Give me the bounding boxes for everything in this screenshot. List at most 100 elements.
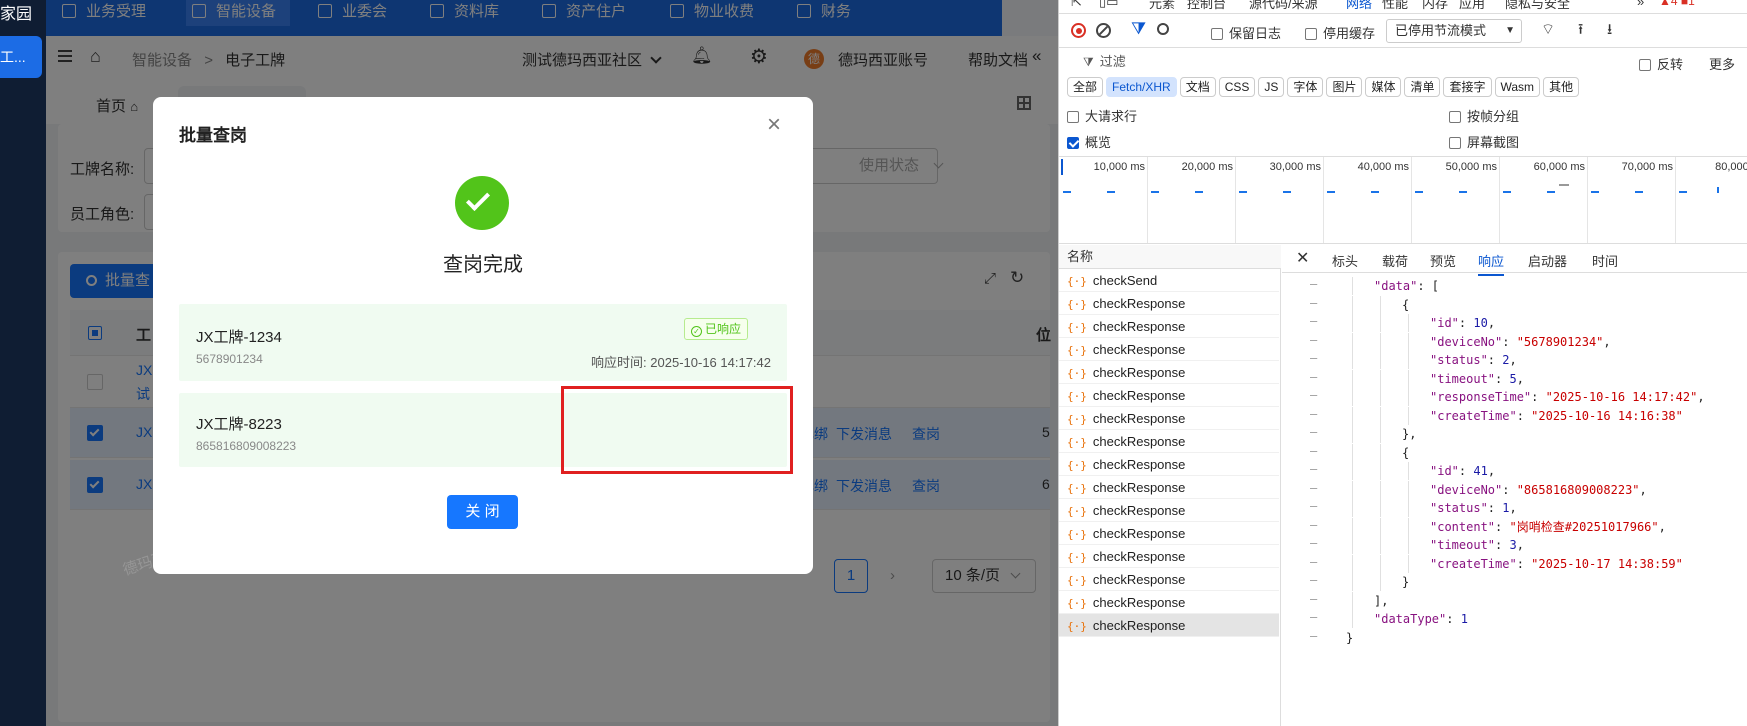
issues-badge[interactable]: ▲4 ■1: [1659, 0, 1695, 8]
request-row[interactable]: {·} checkResponse: [1059, 384, 1279, 407]
filter-icon[interactable]: ⧩: [1131, 19, 1146, 39]
check-circle-icon: ✓: [691, 326, 702, 337]
device-toggle-icon[interactable]: ▯▭: [1099, 0, 1118, 10]
upload-icon[interactable]: ⭱: [1578, 19, 1583, 44]
download-icon[interactable]: ⭳: [1607, 19, 1612, 44]
overview-checkbox[interactable]: 概览: [1067, 132, 1111, 151]
indent-guide: [1352, 314, 1353, 332]
request-row[interactable]: {·} checkResponse: [1059, 499, 1279, 522]
indent-guide: [1352, 406, 1353, 425]
more-filters-button[interactable]: 更多: [1709, 54, 1735, 73]
json-line: {: [1402, 297, 1410, 312]
request-row[interactable]: {·} checkResponse: [1059, 338, 1279, 361]
request-row[interactable]: {·} checkResponse: [1059, 522, 1279, 545]
request-row[interactable]: {·} checkResponse: [1059, 315, 1279, 338]
json-line: }: [1346, 630, 1354, 645]
indent-guide: [1380, 425, 1381, 443]
xhr-icon: {·}: [1067, 482, 1087, 495]
timeline-request-bar: [1503, 191, 1511, 193]
request-row[interactable]: {·} checkResponse: [1059, 292, 1279, 315]
type-filter-chip[interactable]: CSS: [1218, 77, 1256, 97]
request-row[interactable]: {·} checkResponse: [1059, 545, 1279, 568]
screenshots-checkbox[interactable]: 屏幕截图: [1449, 132, 1519, 151]
wifi-icon[interactable]: ⌔: [1541, 20, 1555, 39]
request-detail: ✕ 标头 载荷 预览 响应 启动器 时间 – "data": [– {– "id": 10, – "…: [1282, 245, 1747, 726]
list-item: JX工牌-1234 5678901234 ✓ 已响应 响应时间: 2025-10-…: [179, 304, 787, 381]
type-filter-chip[interactable]: 字体: [1287, 77, 1324, 97]
more-tabs-icon[interactable]: »: [1637, 0, 1644, 9]
detail-tab[interactable]: 预览: [1430, 251, 1456, 270]
detail-tab[interactable]: 时间: [1592, 251, 1618, 270]
type-filter-chip[interactable]: Fetch/XHR: [1106, 77, 1177, 97]
type-filter-chip[interactable]: 文档: [1179, 77, 1216, 97]
devtools-tab[interactable]: 隐私与安全: [1505, 0, 1570, 12]
indent-guide: [1380, 388, 1381, 406]
throttle-select[interactable]: 已停用节流模式 ▼: [1386, 19, 1522, 43]
type-filter-chip[interactable]: 全部: [1067, 77, 1104, 97]
indent-guide: [1380, 573, 1381, 591]
group-by-frame-checkbox[interactable]: 按帧分组: [1449, 106, 1519, 125]
type-filter-chip[interactable]: 媒体: [1365, 77, 1402, 97]
preserve-log-checkbox[interactable]: 保留日志: [1211, 23, 1281, 42]
close-icon[interactable]: ✕: [1296, 248, 1309, 268]
xhr-icon: {·}: [1067, 275, 1087, 288]
type-filter-chip[interactable]: 其他: [1543, 77, 1580, 97]
json-line: }: [1402, 575, 1410, 589]
type-filter-chip[interactable]: 清单: [1404, 77, 1441, 97]
line-gutter: –: [1310, 406, 1318, 421]
line-gutter: –: [1310, 388, 1318, 402]
disable-cache-checkbox[interactable]: 停用缓存: [1305, 23, 1375, 42]
xhr-icon: {·}: [1067, 459, 1087, 472]
timeline-gridline: [1147, 157, 1148, 243]
timeline-request-bar: [1559, 184, 1569, 186]
type-filter-chip[interactable]: 套接字: [1443, 77, 1492, 97]
request-row[interactable]: {·} checkResponse: [1059, 591, 1279, 614]
sidebar-selected-item[interactable]: 工...: [0, 36, 42, 78]
type-filter-chip[interactable]: Wasm: [1494, 77, 1541, 97]
big-rows-checkbox[interactable]: 大请求行: [1067, 106, 1137, 125]
item-name: JX工牌-1234: [196, 329, 282, 346]
record-icon[interactable]: [1071, 23, 1086, 38]
request-row[interactable]: {·} checkResponse: [1059, 453, 1279, 476]
left-sidebar: 家园 工...: [0, 0, 46, 726]
line-gutter: –: [1310, 277, 1318, 291]
request-row[interactable]: {·} checkResponse: [1059, 430, 1279, 453]
request-row[interactable]: {·} checkResponse: [1059, 361, 1279, 384]
xhr-icon: {·}: [1067, 528, 1087, 541]
type-filter-chip[interactable]: 图片: [1326, 77, 1363, 97]
type-filter-chip[interactable]: JS: [1258, 77, 1285, 97]
request-row[interactable]: {·} checkResponse: [1059, 476, 1279, 499]
indent-guide: [1408, 462, 1409, 480]
devtools-tab[interactable]: 内存: [1422, 0, 1448, 12]
devtools-tab[interactable]: 性能: [1382, 0, 1408, 12]
close-icon[interactable]: ×: [767, 111, 781, 139]
timeline-tick-label: 60,000 ms: [1533, 161, 1585, 173]
inspect-icon[interactable]: ⇱: [1071, 0, 1082, 10]
devtools-tab[interactable]: 源代码/来源: [1249, 0, 1318, 12]
close-button[interactable]: 关 闭: [447, 495, 518, 529]
timeline-tick-label: 50,000 ms: [1445, 161, 1497, 173]
devtools-tab[interactable]: 元素: [1149, 0, 1175, 12]
search-icon[interactable]: [1157, 23, 1169, 35]
indent-guide: [1352, 332, 1353, 351]
invert-checkbox[interactable]: 反转: [1639, 54, 1683, 73]
json-line: "status": 2,: [1430, 353, 1517, 367]
timeline-gridline: [1411, 157, 1412, 243]
request-row[interactable]: {·} checkSend: [1059, 269, 1279, 292]
devtools-tab[interactable]: 控制台: [1187, 0, 1226, 12]
request-row[interactable]: {·} checkResponse: [1059, 407, 1279, 430]
clear-icon[interactable]: [1096, 23, 1111, 38]
detail-tab[interactable]: 响应: [1478, 251, 1505, 276]
filter-input[interactable]: ⧩ 过滤: [1067, 51, 1567, 73]
line-gutter: –: [1310, 332, 1318, 347]
devtools-tab[interactable]: 网络: [1346, 0, 1372, 13]
timeline-request-bar: [1371, 191, 1379, 193]
request-row[interactable]: {·} checkResponse: [1059, 568, 1279, 591]
timeline-gridline: [1323, 157, 1324, 243]
indent-guide: [1352, 369, 1353, 388]
devtools-tab[interactable]: 应用: [1459, 0, 1485, 12]
request-row[interactable]: {·} checkResponse: [1059, 614, 1279, 637]
detail-tab[interactable]: 启动器: [1528, 251, 1567, 270]
detail-tab[interactable]: 载荷: [1382, 251, 1408, 270]
detail-tab[interactable]: 标头: [1332, 251, 1358, 270]
